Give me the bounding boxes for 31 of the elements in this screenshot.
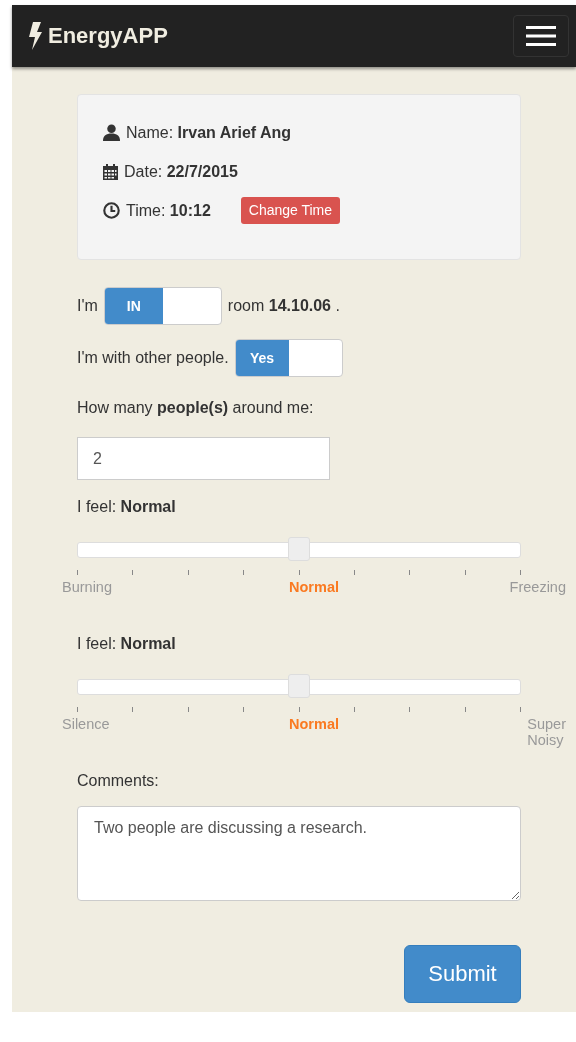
scale-label: Normal bbox=[289, 716, 339, 734]
people-question: How many people(s) around me: bbox=[77, 399, 315, 417]
scale-label: Freezing bbox=[509, 579, 566, 595]
submit-button[interactable]: Submit bbox=[404, 945, 521, 1003]
scale-label: Silence bbox=[62, 716, 110, 734]
menu-icon bbox=[526, 26, 556, 46]
people-count-field[interactable]: 2 bbox=[77, 437, 330, 480]
scale-label: Super Noisy bbox=[527, 716, 566, 748]
scale-label: Normal bbox=[289, 579, 339, 595]
feel-label: I feel: Normal bbox=[77, 635, 177, 653]
change-time-button[interactable]: Change Time bbox=[240, 197, 341, 224]
comments-field[interactable]: Two people are discussing a research. bbox=[77, 806, 521, 901]
info-text: Name: Irvan Arief Ang bbox=[126, 123, 292, 142]
scale-label: Burning bbox=[62, 579, 112, 595]
room-text: room 14.10.06 . bbox=[227, 297, 340, 315]
info-text: Time: 10:12 bbox=[126, 201, 211, 220]
calendar-icon bbox=[103, 163, 118, 180]
toggle-switch[interactable]: IN bbox=[103, 287, 222, 325]
clock-icon bbox=[103, 202, 120, 219]
toggle-switch[interactable]: Yes bbox=[234, 339, 343, 377]
comments-label: Comments: bbox=[77, 772, 160, 790]
slider-handle[interactable] bbox=[288, 674, 310, 698]
lightning-icon bbox=[28, 22, 42, 50]
slider-handle[interactable] bbox=[288, 537, 310, 561]
toggle-label: I'm with other people. bbox=[77, 349, 229, 367]
brand-name: EnergyAPP bbox=[48, 23, 168, 49]
menu-button[interactable] bbox=[513, 15, 569, 57]
toggle-label: I'm bbox=[77, 297, 98, 315]
feel-label: I feel: Normal bbox=[77, 498, 177, 516]
person-icon bbox=[103, 124, 120, 141]
info-text: Date: 22/7/2015 bbox=[124, 162, 238, 181]
